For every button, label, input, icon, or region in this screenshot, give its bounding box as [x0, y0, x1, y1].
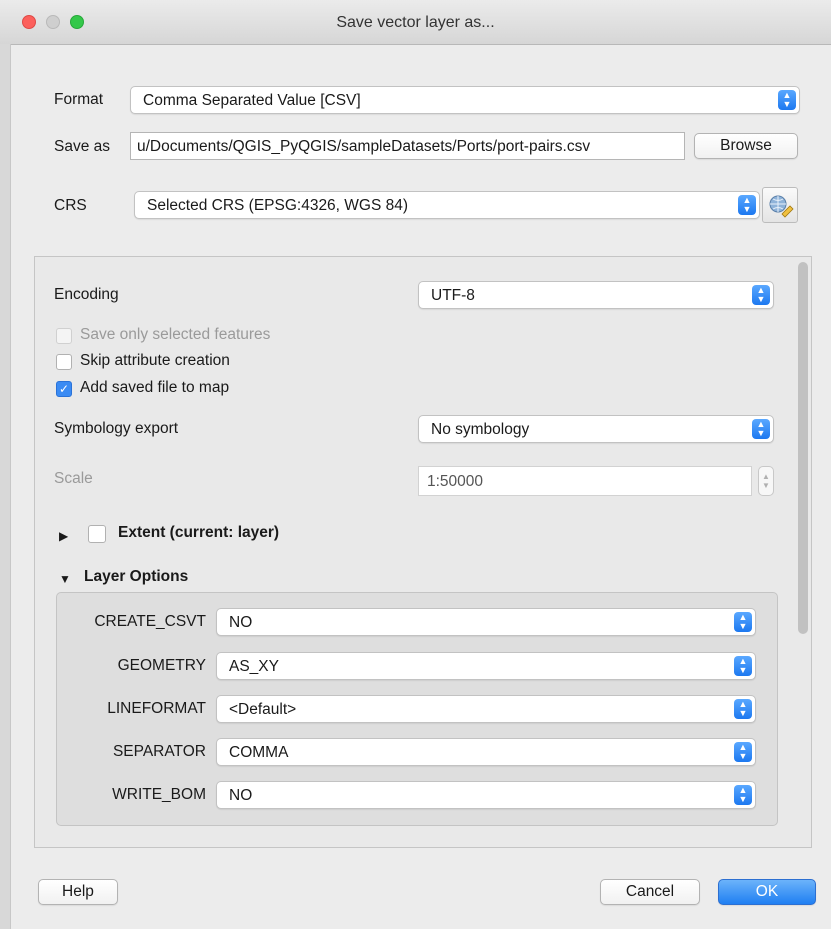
extent-checkbox[interactable] [88, 525, 106, 543]
scale-value: 1:50000 [427, 473, 484, 490]
format-select[interactable]: Comma Separated Value [CSV] ▲ ▼ [130, 86, 800, 114]
option-key-geometry: GEOMETRY [117, 657, 206, 674]
create-csvt-value: NO [229, 614, 253, 631]
window-title: Save vector layer as... [336, 14, 495, 31]
write-bom-select[interactable]: NO ▲ ▼ [216, 781, 756, 809]
chevron-updown-icon: ▲ ▼ [734, 742, 752, 762]
separator-value: COMMA [229, 744, 289, 761]
lineformat-select[interactable]: <Default> ▲ ▼ [216, 695, 756, 723]
encoding-label: Encoding [54, 286, 119, 303]
help-button[interactable]: Help [38, 879, 118, 905]
crs-selector-button[interactable] [762, 187, 798, 223]
chevron-updown-icon: ▲ ▼ [734, 612, 752, 632]
globe-pencil-icon [769, 195, 794, 218]
save-selected-label: Save only selected features [80, 326, 271, 343]
chevron-updown-icon: ▲ ▼ [738, 195, 756, 215]
geometry-value: AS_XY [229, 658, 279, 675]
ok-button[interactable]: OK [718, 879, 816, 905]
chevron-updown-icon: ▲ ▼ [734, 699, 752, 719]
chevron-updown-icon: ▲ ▼ [752, 285, 770, 305]
separator-select[interactable]: COMMA ▲ ▼ [216, 738, 756, 766]
chevron-updown-icon: ▲ ▼ [778, 90, 796, 110]
scale-stepper[interactable]: ▲ ▼ [758, 466, 774, 496]
encoding-value: UTF-8 [431, 287, 475, 304]
symbology-label: Symbology export [54, 420, 179, 437]
extent-label: Extent (current: layer) [118, 524, 280, 541]
geometry-select[interactable]: AS_XY ▲ ▼ [216, 652, 756, 680]
browse-button[interactable]: Browse [694, 133, 798, 159]
symbology-select[interactable]: No symbology ▲ ▼ [418, 415, 774, 443]
options-scrollbar[interactable] [798, 262, 808, 634]
symbology-value: No symbology [431, 421, 530, 438]
encoding-select[interactable]: UTF-8 ▲ ▼ [418, 281, 774, 309]
option-key-lineformat: LINEFORMAT [107, 700, 206, 717]
skip-attribute-checkbox[interactable] [56, 354, 72, 370]
save-as-label: Save as [54, 138, 111, 155]
cancel-button[interactable]: Cancel [600, 879, 700, 905]
crs-select[interactable]: Selected CRS (EPSG:4326, WGS 84) ▲ ▼ [134, 191, 760, 219]
add-to-map-checkbox[interactable]: ✓ [56, 381, 72, 397]
skip-attribute-label: Skip attribute creation [80, 352, 230, 369]
option-key-separator: SEPARATOR [112, 743, 206, 760]
crs-label: CRS [54, 197, 87, 214]
scale-label: Scale [54, 470, 93, 487]
create-csvt-select[interactable]: NO ▲ ▼ [216, 608, 756, 636]
add-to-map-label: Add saved file to map [80, 379, 230, 396]
save-as-value: u/Documents/QGIS_PyQGIS/sampleDatasets/P… [137, 138, 591, 155]
chevron-updown-icon: ▲ ▼ [752, 419, 770, 439]
lineformat-value: <Default> [229, 701, 297, 718]
option-key-write-bom: WRITE_BOM [112, 786, 206, 803]
scale-input[interactable]: 1:50000 [418, 466, 752, 496]
format-value: Comma Separated Value [CSV] [143, 92, 361, 109]
chevron-updown-icon: ▲ ▼ [734, 656, 752, 676]
title-bar: Save vector layer as... [0, 0, 831, 45]
save-selected-checkbox[interactable] [56, 328, 72, 344]
save-as-input[interactable]: u/Documents/QGIS_PyQGIS/sampleDatasets/P… [130, 132, 685, 160]
option-key-create-csvt: CREATE_CSVT [94, 613, 206, 630]
chevron-updown-icon: ▲ ▼ [734, 785, 752, 805]
expand-triangle-icon[interactable]: ▶ [59, 529, 68, 543]
layer-options-title: Layer Options [84, 568, 189, 585]
collapse-triangle-icon[interactable]: ▼ [59, 572, 71, 586]
format-label: Format [54, 91, 104, 108]
write-bom-value: NO [229, 787, 253, 804]
crs-value: Selected CRS (EPSG:4326, WGS 84) [147, 197, 409, 214]
